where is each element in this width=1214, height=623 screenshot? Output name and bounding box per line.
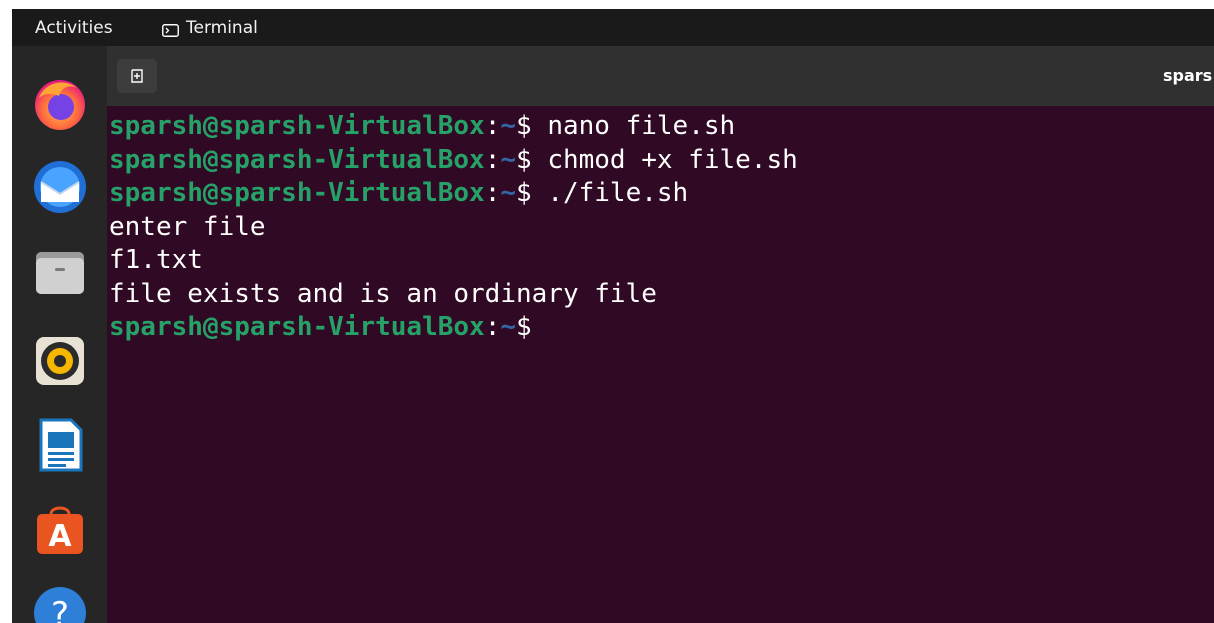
prompt-symbol: $ <box>516 144 548 175</box>
app-menu-label: Terminal <box>186 18 258 38</box>
prompt-user: sparsh@sparsh-VirtualBox <box>109 178 485 208</box>
top-bar: Activities Terminal <box>12 9 1214 46</box>
prompt-path: ~ <box>500 111 516 141</box>
ubuntu-software-icon: A <box>37 506 83 554</box>
dock-item-rhythmbox[interactable] <box>31 332 89 390</box>
command-text: nano file.sh <box>547 111 736 141</box>
window-title: spars <box>1163 66 1213 85</box>
prompt-path: ~ <box>500 312 516 342</box>
prompt-separator: : <box>484 144 501 175</box>
prompt-path: ~ <box>500 178 516 208</box>
dock-item-help[interactable]: ? <box>31 584 89 623</box>
prompt-symbol: $ <box>516 312 548 342</box>
rhythmbox-icon <box>36 337 84 385</box>
terminal-output-line: enter file <box>109 211 798 245</box>
command-text: ./file.sh <box>547 178 689 208</box>
prompt-user: sparsh@sparsh-VirtualBox <box>109 144 485 175</box>
prompt-user: sparsh@sparsh-VirtualBox <box>109 111 485 141</box>
libreoffice-writer-icon <box>39 418 83 472</box>
dock-item-firefox[interactable] <box>31 74 89 132</box>
terminal-icon <box>162 22 179 37</box>
terminal-output-line: file exists and is an ordinary file <box>109 278 798 312</box>
new-tab-icon <box>131 69 143 83</box>
new-tab-button[interactable] <box>117 59 157 93</box>
desktop-screen: Activities Terminal A ? spars sparsh@spa… <box>12 9 1214 623</box>
dock: A ? <box>12 46 107 623</box>
dock-item-files[interactable] <box>31 242 89 300</box>
svg-text:A: A <box>48 519 72 554</box>
terminal-output: sparsh@sparsh-VirtualBox:~$ nano file.sh… <box>109 110 798 345</box>
prompt-separator: : <box>484 312 501 342</box>
dock-item-writer[interactable] <box>31 416 89 474</box>
dock-item-thunderbird[interactable] <box>31 158 89 216</box>
svg-text:?: ? <box>51 595 69 623</box>
dock-item-ubuntu-software[interactable]: A <box>31 500 89 558</box>
terminal-prompt-line: sparsh@sparsh-VirtualBox:~$ chmod +x fil… <box>109 144 798 178</box>
prompt-user: sparsh@sparsh-VirtualBox <box>109 312 485 342</box>
prompt-path: ~ <box>500 144 516 175</box>
help-icon: ? <box>34 587 86 623</box>
command-text: chmod +x file.sh <box>547 144 798 175</box>
app-menu-terminal[interactable]: Terminal <box>162 18 258 38</box>
terminal-prompt-line: sparsh@sparsh-VirtualBox:~$ <box>109 311 798 345</box>
prompt-separator: : <box>484 111 501 141</box>
thunderbird-icon <box>34 161 86 213</box>
prompt-separator: : <box>484 178 501 208</box>
terminal-prompt-line: sparsh@sparsh-VirtualBox:~$ ./file.sh <box>109 177 798 211</box>
firefox-icon <box>35 80 85 130</box>
activities-button[interactable]: Activities <box>35 18 113 38</box>
terminal-prompt-line: sparsh@sparsh-VirtualBox:~$ nano file.sh <box>109 110 798 144</box>
output-text: file exists and is an ordinary file <box>109 278 657 309</box>
prompt-symbol: $ <box>516 178 548 208</box>
prompt-symbol: $ <box>516 111 548 141</box>
terminal-output-line: f1.txt <box>109 244 798 278</box>
output-text: f1.txt <box>109 245 203 275</box>
terminal-body[interactable]: sparsh@sparsh-VirtualBox:~$ nano file.sh… <box>107 106 1214 623</box>
terminal-header-bar: spars <box>107 46 1214 106</box>
output-text: enter file <box>109 211 266 242</box>
files-icon <box>36 252 84 294</box>
